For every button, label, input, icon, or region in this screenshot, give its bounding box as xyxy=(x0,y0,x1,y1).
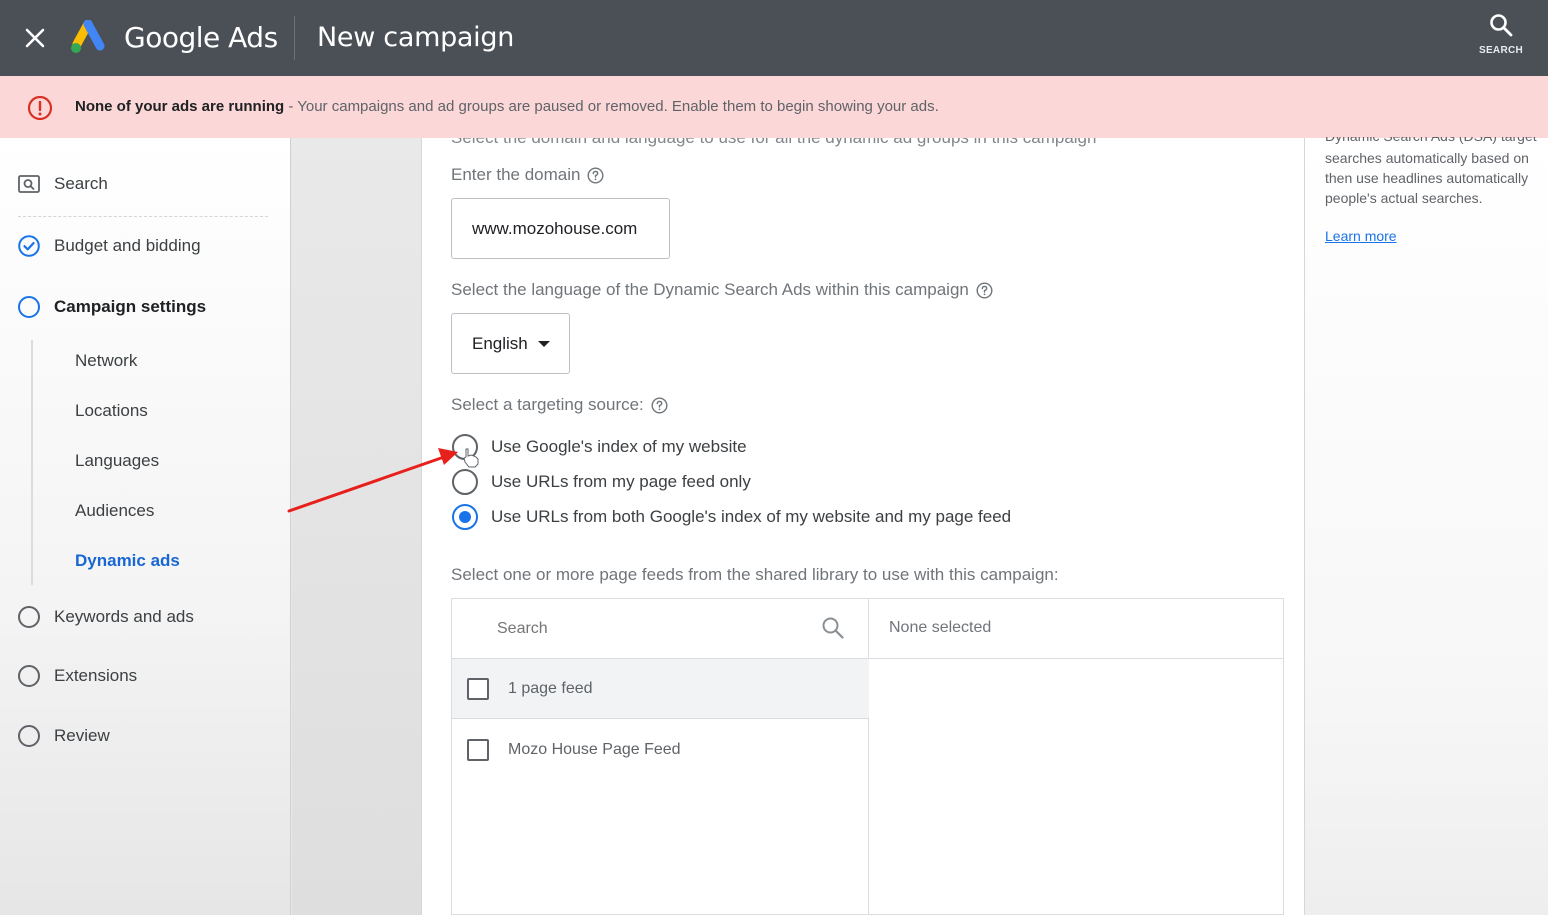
page-feeds-selector: 1 page feed Mozo House Page Feed None se… xyxy=(451,598,1284,915)
feed-name: Mozo House Page Feed xyxy=(508,741,681,758)
banner-message: None of your ads are running - Your camp… xyxy=(75,97,939,117)
sidebar-item-budget-and-bidding[interactable]: Budget and bidding xyxy=(18,235,201,257)
domain-label-text: Enter the domain xyxy=(451,165,581,184)
dropdown-arrow-icon xyxy=(537,340,550,347)
content-gutter xyxy=(292,138,421,915)
targeting-label: Select a targeting source: xyxy=(451,395,668,415)
feeds-count-label: 1 page feed xyxy=(508,679,593,697)
radio-button[interactable] xyxy=(452,434,478,460)
sidebar-item-keywords-and-ads[interactable]: Keywords and ads xyxy=(18,606,194,628)
search-box-icon xyxy=(18,175,40,193)
close-icon xyxy=(25,28,45,48)
substep-line xyxy=(31,340,33,585)
feeds-select-all-row[interactable]: 1 page feed xyxy=(452,659,869,719)
feed-row[interactable]: Mozo House Page Feed xyxy=(452,720,869,780)
targeting-option-google-index[interactable]: Use Google's index of my website xyxy=(452,434,747,460)
sidebar-item-extensions[interactable]: Extensions xyxy=(18,665,137,687)
targeting-option-both[interactable]: Use URLs from both Google's index of my … xyxy=(452,504,1011,530)
sidebar-subitem-network[interactable]: Network xyxy=(75,351,137,371)
language-label-text: Select the language of the Dynamic Searc… xyxy=(451,280,969,299)
sidebar-item-label: Campaign settings xyxy=(54,297,207,316)
help-icon[interactable] xyxy=(976,281,993,299)
help-icon[interactable] xyxy=(587,166,604,184)
targeting-option-page-feed-only[interactable]: Use URLs from my page feed only xyxy=(452,469,751,495)
help-text-line: then use headlines automatically xyxy=(1325,170,1529,186)
error-icon xyxy=(27,95,53,121)
feeds-search-bar xyxy=(452,599,869,659)
top-app-bar: Google Ads New campaign SEARCH xyxy=(0,0,1548,76)
language-select[interactable]: English xyxy=(451,313,570,374)
sidebar-item-review[interactable]: Review xyxy=(18,725,110,747)
feeds-label: Select one or more page feeds from the s… xyxy=(451,565,1059,585)
selected-feeds-header: None selected xyxy=(869,599,1284,659)
banner-strong: None of your ads are running xyxy=(75,98,285,115)
sidebar-separator xyxy=(18,216,268,217)
radio-button[interactable] xyxy=(452,469,478,495)
none-selected-text: None selected xyxy=(889,619,992,636)
sidebar-subitem-languages[interactable]: Languages xyxy=(75,451,159,471)
sidebar-subitem-locations[interactable]: Locations xyxy=(75,401,148,421)
page-title: New campaign xyxy=(317,22,515,53)
search-icon xyxy=(1490,14,1513,37)
search-label: SEARCH xyxy=(1478,45,1524,56)
check-circle-icon xyxy=(18,235,40,257)
top-search-button[interactable]: SEARCH xyxy=(1474,12,1528,66)
sidebar-item-label: Keywords and ads xyxy=(54,607,194,626)
search-icon[interactable] xyxy=(820,615,846,641)
targeting-label-text: Select a targeting source: xyxy=(451,395,644,414)
domain-input[interactable] xyxy=(451,198,670,259)
radio-label: Use Google's index of my website xyxy=(491,437,747,456)
sidebar-item-label: Budget and bidding xyxy=(54,236,201,255)
close-button[interactable] xyxy=(20,20,50,56)
feeds-label-text: Select one or more page feeds from the s… xyxy=(451,565,1059,584)
help-text-line: people's actual searches. xyxy=(1325,190,1483,206)
step-circle-icon xyxy=(18,606,40,628)
language-label: Select the language of the Dynamic Searc… xyxy=(451,280,993,300)
step-circle-icon xyxy=(18,725,40,747)
sidebar-item-label: Review xyxy=(54,726,110,745)
domain-label: Enter the domain xyxy=(451,165,604,185)
learn-more-link[interactable]: Learn more xyxy=(1325,228,1397,244)
help-text-line: searches automatically based on xyxy=(1325,150,1529,166)
sidebar-item-label: Extensions xyxy=(54,666,138,685)
select-all-checkbox[interactable] xyxy=(467,677,489,700)
feed-checkbox[interactable] xyxy=(467,739,489,761)
radio-label: Use URLs from my page feed only xyxy=(491,472,751,491)
app-brand: Google Ads xyxy=(124,21,278,54)
sidebar-subitem-dynamic-ads[interactable]: Dynamic ads xyxy=(75,551,180,571)
current-step-icon xyxy=(18,296,40,318)
help-panel xyxy=(1305,138,1548,915)
help-icon[interactable] xyxy=(651,396,668,414)
google-ads-logo xyxy=(71,20,105,53)
step-circle-icon xyxy=(18,665,40,687)
radio-label: Use URLs from both Google's index of my … xyxy=(491,507,1012,526)
sidebar-search-label: Search xyxy=(54,174,108,193)
feeds-list-panel: 1 page feed Mozo House Page Feed xyxy=(452,599,869,915)
banner-detail: - Your campaigns and ad groups are pause… xyxy=(284,98,939,115)
sidebar-search[interactable]: Search xyxy=(18,174,108,194)
language-value: English xyxy=(472,333,528,353)
radio-button-selected[interactable] xyxy=(452,504,478,530)
header-divider xyxy=(294,16,295,60)
sidebar-item-campaign-settings[interactable]: Campaign settings xyxy=(18,296,206,318)
feeds-search-input[interactable] xyxy=(497,617,797,641)
sidebar-subitem-audiences[interactable]: Audiences xyxy=(75,501,154,521)
